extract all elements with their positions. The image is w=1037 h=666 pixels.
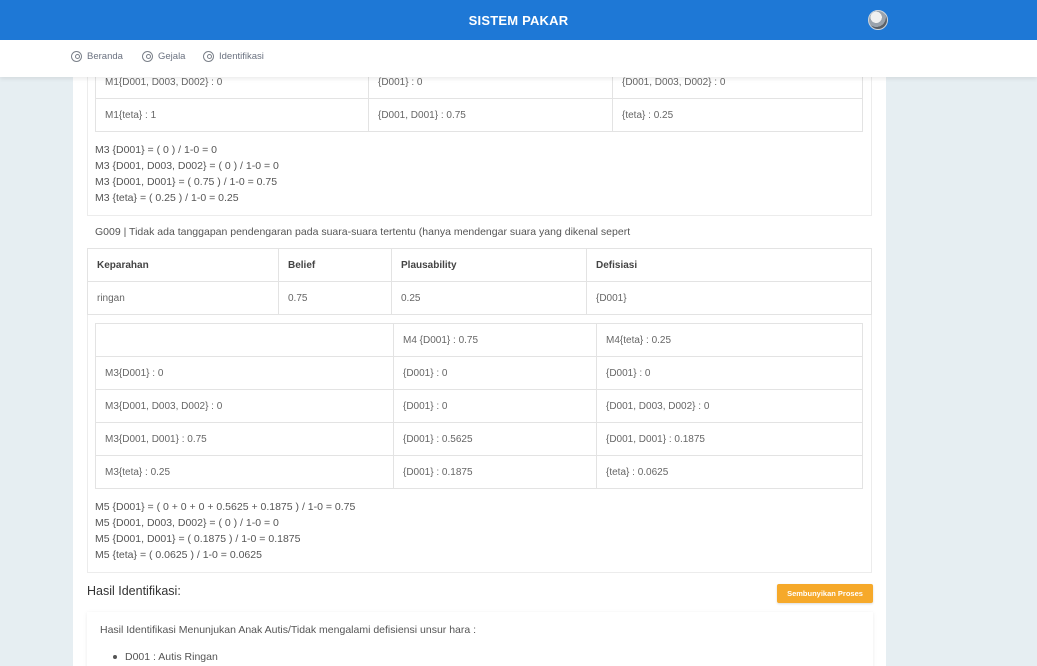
table-cell: M3{teta} : 0.25 [95,455,394,489]
table-row: M1{teta} : 1 {D001, D001} : 0.75 {teta} … [95,98,863,132]
calc-line: M5 {teta} = ( 0.0625 ) / 1-0 = 0.0625 [95,549,262,561]
table-cell: {D001, D003, D002} : 0 [596,389,863,423]
result-item: D001 : Autis Ringan [125,651,218,663]
table-cell: {D001} : 0 [393,389,597,423]
table-cell: {teta} : 0.0625 [596,455,863,489]
column-header: Belief [278,248,392,282]
table-cell: M3{D001, D003, D002} : 0 [95,389,394,423]
calc-line: M3 {teta} = ( 0.25 ) / 1-0 = 0.25 [95,192,239,204]
nav-label: Identifikasi [219,51,264,62]
nav-item-beranda[interactable]: Beranda [71,51,123,62]
calc-line: M3 {D001, D003, D002} = ( 0 ) / 1-0 = 0 [95,160,279,172]
table-m4: M4 {D001} : 0.75 M4{teta} : 0.25 M3{D001… [95,323,863,489]
table-cell: M4 {D001} : 0.75 [393,323,597,357]
calc-line: M5 {D001} = ( 0 + 0 + 0 + 0.5625 + 0.187… [95,501,356,513]
nav-label: Gejala [158,51,186,62]
table-cell: M1{teta} : 1 [95,98,369,132]
calc-line: M5 {D001, D001} = ( 0.1875 ) / 1-0 = 0.1… [95,533,301,545]
table-row: M3{D001, D001} : 0.75 {D001} : 0.5625 {D… [95,422,863,456]
table-cell: ringan [87,281,279,315]
table-cell: M3{D001} : 0 [95,356,394,390]
severity-table: Keparahan Belief Plausability Defisiasi … [87,248,872,315]
user-circle-icon [71,51,82,62]
user-circle-icon [142,51,153,62]
table-row: M3{D001, D003, D002} : 0 {D001} : 0 {D00… [95,389,863,423]
table-cell: {D001} [586,281,872,315]
symptom-text: G009 | Tidak ada tanggapan pendengaran p… [95,226,631,238]
table-cell [95,323,394,357]
table-cell: 0.25 [391,281,587,315]
table-cell: M4{teta} : 0.25 [596,323,863,357]
nav-item-gejala[interactable]: Gejala [142,51,185,62]
table-cell: {D001, D001} : 0.75 [368,98,613,132]
table-cell: M3{D001, D001} : 0.75 [95,422,394,456]
bullet-icon [113,655,117,660]
table-cell: {D001, D001} : 0.1875 [596,422,863,456]
result-heading: Hasil Identifikasi: [87,584,181,598]
column-header: Plausability [391,248,587,282]
table-header-row: Keparahan Belief Plausability Defisiasi [87,248,872,282]
table-cell: {D001} : 0 [393,356,597,390]
result-card: Hasil Identifikasi Menunjukan Anak Autis… [87,612,873,666]
column-header: Keparahan [87,248,279,282]
calc-line: M3 {D001} = ( 0 ) / 1-0 = 0 [95,144,217,156]
nav-label: Beranda [87,51,123,62]
nav-item-identifikasi[interactable]: Identifikasi [203,51,264,62]
table-cell: {teta} : 0.25 [612,98,863,132]
list-item: D001 : Autis Ringan [113,651,218,663]
hide-process-button[interactable]: Sembunyikan Proses [777,584,873,603]
column-header: Defisiasi [586,248,872,282]
nav-bar: Beranda Gejala Identifikasi [0,40,1037,77]
table-cell: {D001} : 0 [596,356,863,390]
table-cell: 0.75 [278,281,392,315]
avatar[interactable] [868,10,888,30]
calc-line: M5 {D001, D003, D002} = ( 0 ) / 1-0 = 0 [95,517,279,529]
table-row: M3{D001} : 0 {D001} : 0 {D001} : 0 [95,356,863,390]
table-cell: {D001} : 0.5625 [393,422,597,456]
result-summary: Hasil Identifikasi Menunjukan Anak Autis… [100,624,477,636]
table-row: M3{teta} : 0.25 {D001} : 0.1875 {teta} :… [95,455,863,489]
table-row: ringan 0.75 0.25 {D001} [87,281,872,315]
top-app-bar: SISTEM PAKAR [0,0,1037,40]
table-header-row: M4 {D001} : 0.75 M4{teta} : 0.25 [95,323,863,357]
calc-line: M3 {D001, D001} = ( 0.75 ) / 1-0 = 0.75 [95,176,278,188]
user-circle-icon [203,51,214,62]
table-cell: {D001} : 0.1875 [393,455,597,489]
app-title: SISTEM PAKAR [468,12,569,28]
